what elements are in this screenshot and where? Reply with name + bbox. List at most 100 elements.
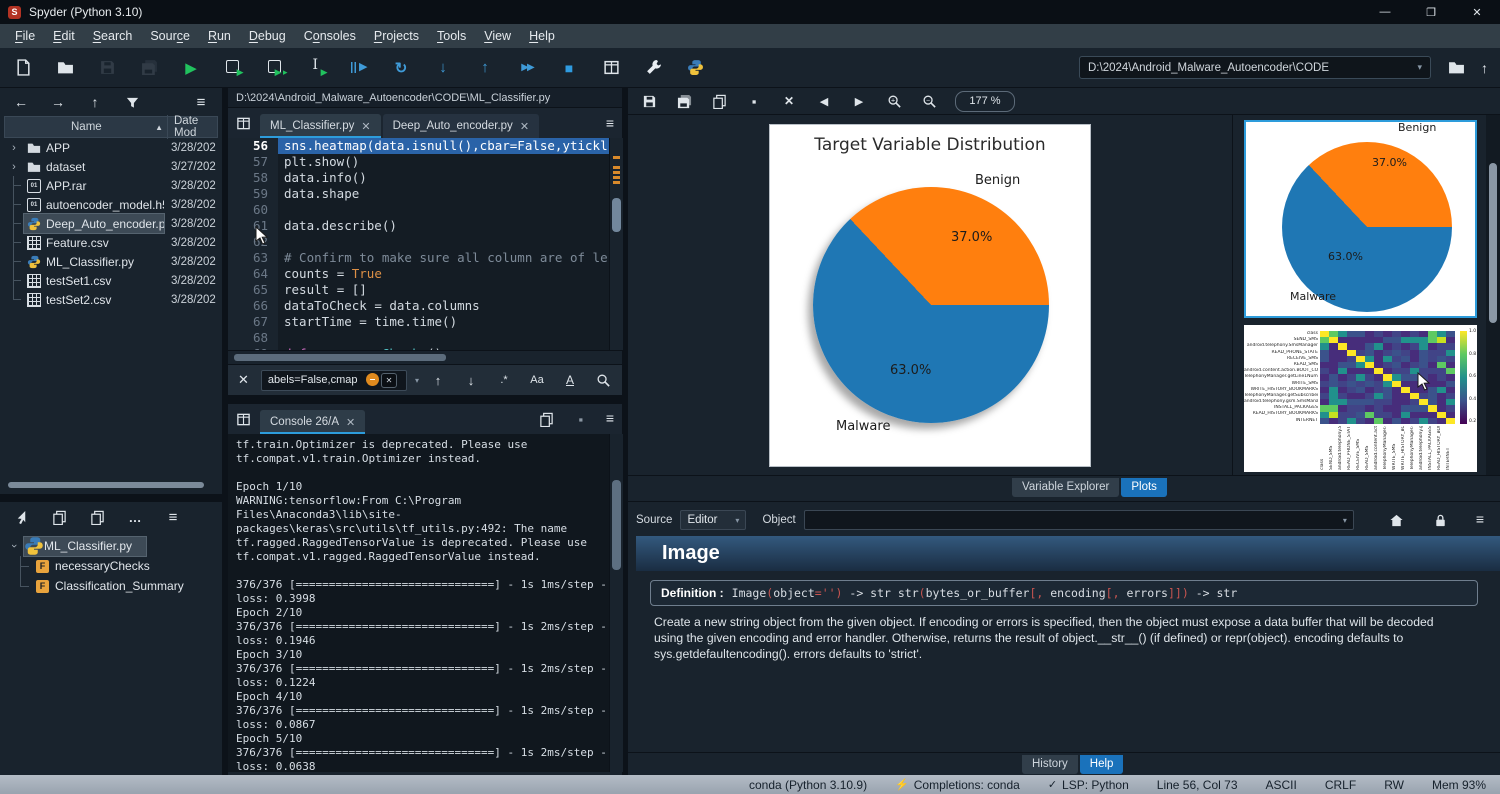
home-icon[interactable] [1388, 511, 1406, 529]
previous-plot-icon[interactable]: ◀ [815, 92, 833, 110]
step-into-icon[interactable]: ↓ [432, 57, 454, 79]
zoom-out-icon[interactable]: − [920, 92, 938, 110]
editor-horizontal-scrollbar[interactable] [228, 350, 622, 365]
splitter-outline[interactable] [0, 494, 222, 502]
thumbnails-scrollbar[interactable] [1486, 115, 1500, 475]
collapse-all-icon[interactable] [50, 508, 68, 526]
options-menu-icon[interactable]: ≡ [164, 508, 182, 526]
tab-plots[interactable]: Plots [1121, 478, 1167, 497]
menu-item-debug[interactable]: Debug [240, 29, 295, 43]
file-row[interactable]: Deep_Auto_encoder.py3/28/202 [4, 214, 218, 233]
close-tab-icon[interactable]: ✕ [346, 416, 355, 429]
interrupt-kernel-icon[interactable]: ▪ [572, 410, 590, 428]
copy-icon[interactable] [538, 410, 556, 428]
regex-toggle-icon[interactable]: .* [495, 371, 513, 389]
stop-debugging-icon[interactable]: ■ [558, 57, 580, 79]
tab-help[interactable]: Help [1080, 755, 1124, 774]
new-file-icon[interactable] [12, 57, 34, 79]
continue-execution-icon[interactable]: ▶▶ [516, 57, 538, 79]
console-options-menu-icon[interactable]: ≡ [606, 410, 614, 428]
back-icon[interactable]: ← [12, 93, 30, 111]
chevron-right-icon[interactable]: › [4, 161, 24, 173]
splitter-console[interactable] [228, 396, 622, 404]
files-horizontal-scrollbar[interactable] [4, 480, 218, 490]
editor-options-menu-icon[interactable]: ≡ [606, 115, 614, 131]
outline-item[interactable]: F necessaryChecks [4, 556, 218, 576]
preferences-icon[interactable] [642, 57, 664, 79]
object-combo[interactable]: ▾ [804, 510, 1354, 530]
parent-directory-icon[interactable]: ↑ [86, 93, 104, 111]
menu-item-file[interactable]: File [6, 29, 44, 43]
tab-variable-explorer[interactable]: Variable Explorer [1012, 478, 1119, 497]
next-plot-icon[interactable]: ▶ [850, 92, 868, 110]
whole-words-toggle-icon[interactable]: A [561, 371, 579, 389]
remove-plot-icon[interactable]: ▪ [745, 92, 763, 110]
source-combo[interactable]: Editor ▾ [680, 510, 746, 530]
console-tab[interactable]: Console 26/A ✕ [260, 410, 365, 434]
working-directory-input[interactable]: D:\2024\Android_Malware_Autoencoder\CODE… [1079, 56, 1431, 79]
forward-icon[interactable]: → [49, 93, 67, 111]
save-file-icon[interactable] [96, 57, 118, 79]
remove-all-plots-icon[interactable]: ✕ [780, 92, 798, 110]
chevron-down-icon[interactable]: ▾ [1417, 62, 1422, 73]
file-row[interactable]: ML_Classifier.py3/28/202 [4, 252, 218, 271]
close-tab-icon[interactable]: ✕ [361, 120, 370, 133]
maximize-pane-icon[interactable] [600, 57, 622, 79]
file-row[interactable]: ›dataset3/27/202 [4, 157, 218, 176]
menu-item-projects[interactable]: Projects [365, 29, 428, 43]
thumbnail-pie-selected[interactable]: Benign 37.0% 63.0% Malware [1244, 120, 1477, 318]
options-menu-icon[interactable]: ≡ [192, 93, 210, 111]
step-out-icon[interactable]: ↑ [474, 57, 496, 79]
editor-tab[interactable]: Deep_Auto_encoder.py✕ [383, 114, 539, 138]
chevron-right-icon[interactable]: › [4, 142, 24, 154]
save-plot-icon[interactable] [640, 92, 658, 110]
python-path-manager-icon[interactable] [684, 57, 706, 79]
editor-vertical-scrollbar[interactable] [609, 138, 623, 350]
menu-item-tools[interactable]: Tools [428, 29, 475, 43]
more-options-icon[interactable]: … [126, 508, 144, 526]
file-row[interactable]: testSet1.csv3/28/202 [4, 271, 218, 290]
save-all-icon[interactable] [138, 57, 160, 79]
expand-all-icon[interactable] [88, 508, 106, 526]
go-to-cursor-icon[interactable] [12, 508, 30, 526]
menu-item-consoles[interactable]: Consoles [295, 29, 365, 43]
zoom-in-icon[interactable]: + [885, 92, 903, 110]
tab-history[interactable]: History [1022, 755, 1078, 774]
minimize-button[interactable]: — [1362, 0, 1408, 24]
file-row[interactable]: ›APP3/28/202 [4, 138, 218, 157]
run-to-line-icon[interactable]: ▶ [348, 57, 370, 79]
browse-tabs-icon[interactable] [234, 114, 252, 132]
chevron-down-icon[interactable]: › [8, 536, 20, 556]
console-vertical-scrollbar[interactable] [609, 434, 623, 772]
menu-item-search[interactable]: Search [84, 29, 142, 43]
run-cell-icon[interactable]: ▶ [222, 57, 244, 79]
outline-root[interactable]: › ML_Classifier.py [4, 536, 218, 556]
re-run-cell-icon[interactable]: ↻ [390, 57, 412, 79]
plots-zoom-level[interactable]: 177 % [955, 91, 1015, 112]
console-output[interactable]: tf.train.Optimizer is deprecated. Please… [228, 434, 609, 772]
find-next-icon[interactable]: ↓ [462, 371, 480, 389]
browse-directory-icon[interactable] [1445, 57, 1467, 79]
file-row[interactable]: 01autoencoder_model.h53/28/202 [4, 195, 218, 214]
search-in-file-icon[interactable] [594, 371, 612, 389]
close-tab-icon[interactable]: ✕ [520, 120, 529, 133]
menu-item-source[interactable]: Source [141, 29, 199, 43]
file-row[interactable]: 01APP.rar3/28/202 [4, 176, 218, 195]
outline-item[interactable]: F Classification_Summary [4, 576, 218, 596]
maximize-button[interactable]: ❐ [1408, 0, 1454, 24]
filter-icon[interactable] [123, 93, 141, 111]
clear-find-icon[interactable]: ✕ [381, 373, 397, 388]
browse-tabs-icon[interactable] [234, 410, 252, 428]
help-options-menu-icon[interactable]: ≡ [1476, 511, 1484, 529]
column-name[interactable]: Name ▲ [5, 121, 167, 133]
close-button[interactable]: ✕ [1454, 0, 1500, 24]
run-file-icon[interactable]: ▶ [180, 57, 202, 79]
run-selection-icon[interactable]: I▶ [306, 57, 328, 79]
file-row[interactable]: Feature.csv3/28/202 [4, 233, 218, 252]
file-row[interactable]: testSet2.csv3/28/202 [4, 290, 218, 309]
copy-plot-icon[interactable] [710, 92, 728, 110]
parent-directory-icon[interactable]: ↑ [1481, 60, 1488, 76]
editor-tab[interactable]: ML_Classifier.py✕ [260, 114, 381, 138]
save-all-plots-icon[interactable] [675, 92, 693, 110]
close-find-icon[interactable]: ✕ [238, 372, 249, 388]
